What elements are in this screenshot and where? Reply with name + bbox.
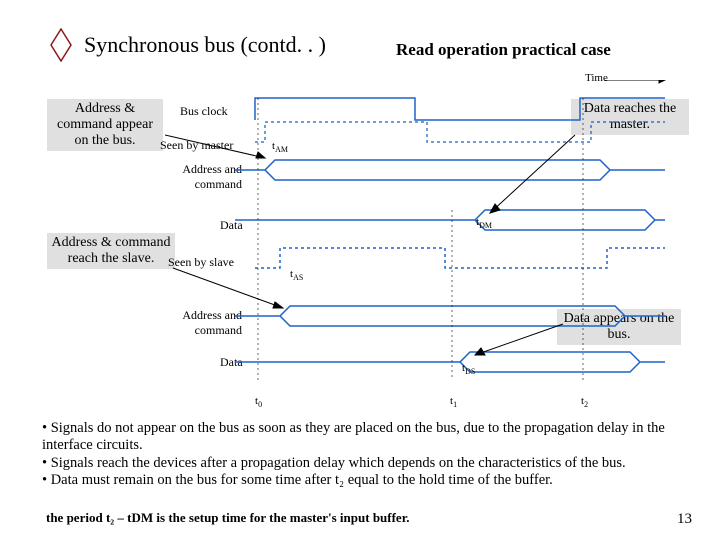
diamond-icon [50, 28, 72, 62]
t-ds: tDS [462, 362, 475, 376]
subtitle: Read operation practical case [396, 40, 611, 60]
bullet-list: • Signals do not appear on the bus as so… [42, 420, 687, 490]
setup-time-note: the period t₂ – tDM is the setup time fo… [46, 510, 410, 526]
bullet-1: • Signals do not appear on the bus as so… [42, 420, 687, 455]
t-as: tAS [290, 268, 303, 282]
page-number: 13 [677, 511, 692, 528]
callout-addr-cmd-reach: Address & command reach the slave. [46, 232, 176, 270]
t-dm: tDM [476, 216, 492, 230]
bullet-3: • Data must remain on the bus for some t… [42, 472, 687, 489]
timing-diagram [165, 80, 685, 380]
bullet-2: • Signals reach the devices after a prop… [42, 455, 687, 472]
t1: t1 [450, 395, 457, 409]
callout-addr-cmd-appear: Address & command appear on the bus. [46, 98, 164, 152]
page-title: Synchronous bus (contd. . ) [84, 32, 326, 58]
t-am: tAM [272, 140, 288, 154]
t2: t2 [581, 395, 588, 409]
t0: t0 [255, 395, 262, 409]
